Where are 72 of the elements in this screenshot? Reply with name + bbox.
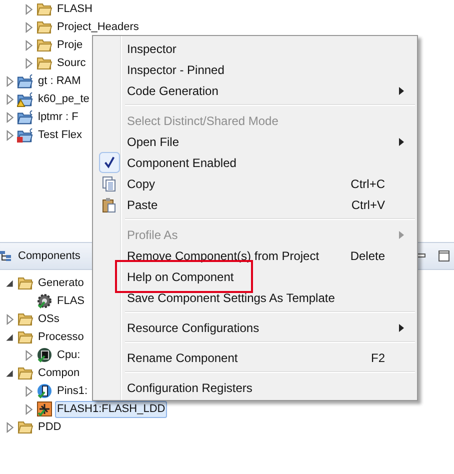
collapsed-arrow-icon[interactable] <box>23 350 34 360</box>
tree-item[interactable]: PDD <box>36 418 64 436</box>
tree-item[interactable]: Pins1: <box>55 382 90 400</box>
paste-icon <box>101 196 117 212</box>
components-icon <box>0 250 14 262</box>
tree-item[interactable]: FLASH <box>55 0 94 18</box>
tree-item[interactable]: Cpu: <box>55 346 82 364</box>
menu-item[interactable]: Save Component Settings As Template <box>95 287 415 308</box>
collapsed-arrow-icon[interactable] <box>4 130 15 140</box>
project-warning-icon <box>17 91 34 107</box>
component-icon <box>36 401 53 417</box>
collapsed-arrow-icon[interactable] <box>4 314 15 324</box>
folder-icon <box>17 419 34 435</box>
menu-item[interactable]: Help on Component <box>95 266 415 287</box>
shortcut-text: F2 <box>370 350 385 364</box>
folder-icon <box>36 19 53 35</box>
folder-icon <box>17 311 34 327</box>
folder-icon <box>36 1 53 17</box>
collapsed-arrow-icon[interactable] <box>23 58 34 68</box>
folder-icon <box>36 37 53 53</box>
project-folder-icon <box>17 73 34 89</box>
tree-item[interactable]: Test Flex <box>36 126 84 144</box>
shortcut-text: Ctrl+V <box>351 198 385 212</box>
expanded-arrow-icon[interactable] <box>4 332 15 342</box>
maximize-icon[interactable] <box>438 250 450 262</box>
collapsed-arrow-icon[interactable] <box>4 422 15 432</box>
tree-item[interactable]: Proje <box>55 36 85 54</box>
collapsed-arrow-icon[interactable] <box>23 386 34 396</box>
collapsed-arrow-icon[interactable] <box>23 40 34 50</box>
menu-item[interactable]: Copy Ctrl+C <box>95 173 415 194</box>
collapsed-arrow-icon[interactable] <box>4 94 15 104</box>
menu-item[interactable]: Open File <box>95 131 415 152</box>
menu-item[interactable]: Configuration Registers <box>95 377 415 398</box>
shortcut-text: Ctrl+C <box>350 176 385 190</box>
tree-item[interactable]: Generato <box>36 274 86 292</box>
tree-item[interactable]: lptmr : F <box>36 108 80 126</box>
menu-item[interactable]: Resource Configurations <box>95 317 415 338</box>
tree-item[interactable]: k60_pe_te <box>36 90 92 108</box>
expanded-arrow-icon[interactable] <box>4 278 15 288</box>
menu-item[interactable]: Code Generation <box>95 80 415 101</box>
pins-icon <box>36 383 53 399</box>
shortcut-text: Delete <box>350 248 385 262</box>
folder-icon <box>17 365 34 381</box>
tree-item[interactable]: Project_Headers <box>55 18 141 36</box>
tree-item[interactable]: Sourc <box>55 54 88 72</box>
tree-item[interactable]: gt : RAM <box>36 72 83 90</box>
project-folder-icon <box>17 109 34 125</box>
collapsed-arrow-icon[interactable] <box>4 76 15 86</box>
panel-title: Components <box>18 250 80 262</box>
gear-icon <box>36 293 53 309</box>
project-error-icon <box>17 127 34 143</box>
collapsed-arrow-icon[interactable] <box>23 22 34 32</box>
expanded-arrow-icon[interactable] <box>4 368 15 378</box>
folder-icon <box>17 329 34 345</box>
menu-item[interactable]: Component Enabled <box>95 152 415 173</box>
tree-item[interactable]: FLAS <box>55 292 87 310</box>
menu-item[interactable]: Remove Component(s) from Project Delete <box>95 245 415 266</box>
tree-item[interactable]: Compon <box>36 364 82 382</box>
collapsed-arrow-icon[interactable] <box>23 4 34 14</box>
tree-item[interactable]: OSs <box>36 310 62 328</box>
folder-icon <box>17 275 34 291</box>
tree-item[interactable]: FLASH1:FLASH_LDD <box>55 400 168 418</box>
menu-item[interactable]: Paste Ctrl+V <box>95 194 415 215</box>
collapsed-arrow-icon[interactable] <box>23 404 34 414</box>
tree-item[interactable]: Processo <box>36 328 86 346</box>
menu-item[interactable]: Inspector <box>95 38 415 59</box>
copy-icon <box>101 176 117 192</box>
chip-icon <box>36 347 53 363</box>
menu-item[interactable]: Rename Component F2 <box>95 347 415 368</box>
menu-item[interactable]: Inspector - Pinned <box>95 59 415 80</box>
folder-icon <box>36 55 53 71</box>
collapsed-arrow-icon[interactable] <box>4 112 15 122</box>
